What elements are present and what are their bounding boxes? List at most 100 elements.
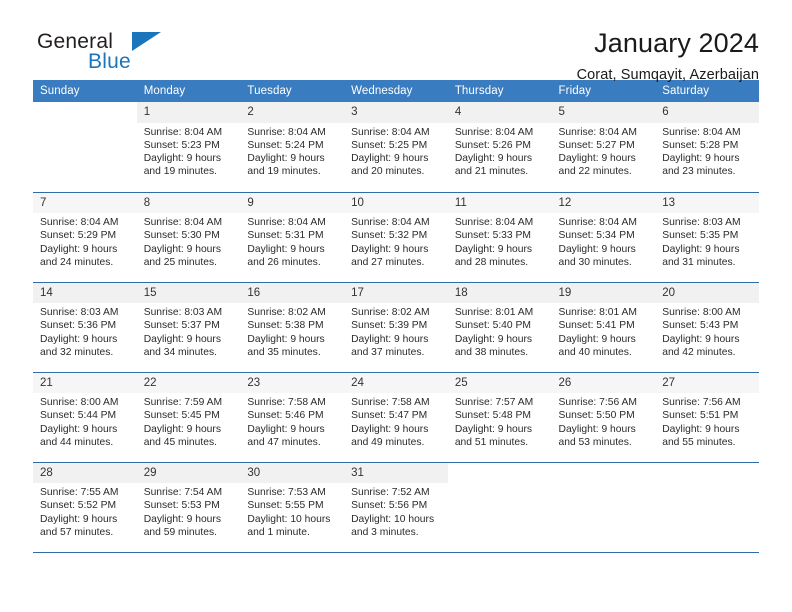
location-subtitle: Corat, Sumqayit, Azerbaijan <box>576 67 759 84</box>
sunset-text: Sunset: 5:38 PM <box>247 320 324 332</box>
day-number <box>552 463 656 482</box>
sunrise-text: Sunrise: 8:04 AM <box>558 126 637 138</box>
weekday-header-monday: Monday <box>136 80 241 102</box>
daylight-text-line1: Daylight: 9 hours <box>40 513 118 525</box>
sunset-text: Sunset: 5:33 PM <box>454 230 531 242</box>
sunrise-text: Sunrise: 8:04 AM <box>40 217 119 229</box>
calendar-cell-empty <box>33 102 137 193</box>
weekday-header-saturday: Saturday <box>655 80 759 102</box>
calendar-week-row: 1 Sunrise: 8:04 AM Sunset: 5:23 PM Daylight… <box>33 102 759 193</box>
calendar-week-row: 21 Sunrise: 8:00 AM Sunset: 5:44 PM Dayligh… <box>33 372 759 463</box>
sunrise-text: Sunrise: 8:01 AM <box>558 307 637 319</box>
daylight-text-line2: and 30 minutes. <box>558 256 632 268</box>
sunrise-text: Sunrise: 8:02 AM <box>247 307 326 319</box>
day-details: Sunrise: 8:03 AM Sunset: 5:35 PM Daylight:… <box>655 213 759 269</box>
day-details: Sunrise: 7:53 AM Sunset: 5:55 PM Daylight:… <box>240 483 344 539</box>
calendar-day-cell[interactable]: 21 Sunrise: 8:00 AM Sunset: 5:44 PM Dayligh… <box>33 372 137 463</box>
daylight-text-line1: Daylight: 9 hours <box>351 333 429 345</box>
daylight-text-line2: and 3 minutes. <box>351 526 419 538</box>
calendar-day-cell[interactable]: 30 Sunrise: 7:53 AM Sunset: 5:55 PM Dayligh… <box>240 462 345 553</box>
daylight-text-line1: Daylight: 9 hours <box>351 243 429 255</box>
calendar-day-cell[interactable]: 10 Sunrise: 8:04 AM Sunset: 5:32 PM Dayligh… <box>344 192 448 283</box>
calendar-day-cell[interactable]: 20 Sunrise: 8:00 AM Sunset: 5:43 PM Dayligh… <box>655 282 759 373</box>
calendar-day-cell[interactable]: 19 Sunrise: 8:01 AM Sunset: 5:41 PM Dayligh… <box>551 282 656 373</box>
day-number: 11 <box>447 192 552 214</box>
day-cell-inner: 21 Sunrise: 8:00 AM Sunset: 5:44 PM Dayligh… <box>33 372 137 462</box>
day-number <box>655 463 759 482</box>
day-cell-inner: 2 Sunrise: 8:04 AM Sunset: 5:24 PM Daylight… <box>240 102 345 192</box>
calendar-day-cell[interactable]: 3 Sunrise: 8:04 AM Sunset: 5:25 PM Daylight… <box>344 102 448 193</box>
daylight-text-line1: Daylight: 9 hours <box>662 423 740 435</box>
sunset-text: Sunset: 5:43 PM <box>662 320 739 332</box>
calendar-day-cell[interactable]: 15 Sunrise: 8:03 AM Sunset: 5:37 PM Dayligh… <box>136 282 241 373</box>
calendar-day-cell[interactable]: 16 Sunrise: 8:02 AM Sunset: 5:38 PM Dayligh… <box>240 282 345 373</box>
day-details: Sunrise: 7:59 AM Sunset: 5:45 PM Daylight:… <box>137 393 241 449</box>
daylight-text-line1: Daylight: 9 hours <box>662 243 740 255</box>
sunset-text: Sunset: 5:44 PM <box>40 410 117 422</box>
day-number: 15 <box>136 282 241 304</box>
day-number: 8 <box>136 192 241 214</box>
day-number <box>448 463 552 482</box>
day-number: 24 <box>344 372 448 394</box>
calendar-day-cell[interactable]: 26 Sunrise: 7:56 AM Sunset: 5:50 PM Dayligh… <box>551 372 656 463</box>
calendar-day-cell[interactable]: 14 Sunrise: 8:03 AM Sunset: 5:36 PM Dayligh… <box>33 282 137 373</box>
day-number: 13 <box>655 192 759 214</box>
daylight-text-line1: Daylight: 9 hours <box>558 243 636 255</box>
calendar-day-cell[interactable]: 31 Sunrise: 7:52 AM Sunset: 5:56 PM Dayligh… <box>344 462 448 553</box>
calendar-day-cell[interactable]: 2 Sunrise: 8:04 AM Sunset: 5:24 PM Daylight… <box>240 102 345 193</box>
calendar-day-cell[interactable]: 18 Sunrise: 8:01 AM Sunset: 5:40 PM Dayligh… <box>447 282 552 373</box>
weekday-header-wednesday: Wednesday <box>344 80 448 102</box>
daylight-text-line1: Daylight: 9 hours <box>558 333 636 345</box>
calendar-day-cell[interactable]: 22 Sunrise: 7:59 AM Sunset: 5:45 PM Dayligh… <box>136 372 241 463</box>
day-cell-inner: 30 Sunrise: 7:53 AM Sunset: 5:55 PM Dayligh… <box>240 462 345 552</box>
day-number: 29 <box>136 462 241 484</box>
calendar-day-cell[interactable]: 11 Sunrise: 8:04 AM Sunset: 5:33 PM Dayligh… <box>447 192 552 283</box>
calendar-day-cell[interactable]: 25 Sunrise: 7:57 AM Sunset: 5:48 PM Dayligh… <box>447 372 552 463</box>
calendar-day-cell[interactable]: 23 Sunrise: 7:58 AM Sunset: 5:46 PM Dayligh… <box>240 372 345 463</box>
calendar-body: 1 Sunrise: 8:04 AM Sunset: 5:23 PM Daylight… <box>33 102 759 553</box>
day-number: 7 <box>33 192 137 214</box>
daylight-text-line2: and 38 minutes. <box>454 346 529 358</box>
daylight-text-line2: and 53 minutes. <box>558 436 632 448</box>
sunrise-text: Sunrise: 8:04 AM <box>662 126 741 138</box>
daylight-text-line1: Daylight: 9 hours <box>247 333 325 345</box>
sunset-text: Sunset: 5:40 PM <box>454 320 531 332</box>
sunset-text: Sunset: 5:55 PM <box>247 500 324 512</box>
sunset-text: Sunset: 5:37 PM <box>143 320 220 332</box>
daylight-text-line1: Daylight: 10 hours <box>247 513 331 525</box>
day-details: Sunrise: 8:04 AM Sunset: 5:33 PM Daylight:… <box>448 213 552 269</box>
calendar-day-cell[interactable]: 24 Sunrise: 7:58 AM Sunset: 5:47 PM Dayligh… <box>344 372 448 463</box>
day-cell-inner: 4 Sunrise: 8:04 AM Sunset: 5:26 PM Daylight… <box>447 102 552 192</box>
day-cell-inner: 19 Sunrise: 8:01 AM Sunset: 5:41 PM Dayligh… <box>551 282 656 372</box>
calendar-week-row: 14 Sunrise: 8:03 AM Sunset: 5:36 PM Dayligh… <box>33 282 759 373</box>
calendar-day-cell[interactable]: 4 Sunrise: 8:04 AM Sunset: 5:26 PM Daylight… <box>447 102 552 193</box>
brand-logo[interactable]: General Blue <box>33 26 183 78</box>
calendar-day-cell[interactable]: 27 Sunrise: 7:56 AM Sunset: 5:51 PM Dayligh… <box>655 372 759 463</box>
calendar-day-cell[interactable]: 8 Sunrise: 8:04 AM Sunset: 5:30 PM Daylight… <box>136 192 241 283</box>
calendar-cell-empty <box>655 462 759 553</box>
day-details: Sunrise: 8:03 AM Sunset: 5:36 PM Daylight:… <box>33 303 137 359</box>
day-details: Sunrise: 8:04 AM Sunset: 5:26 PM Daylight:… <box>448 123 552 179</box>
calendar-day-cell[interactable]: 9 Sunrise: 8:04 AM Sunset: 5:31 PM Daylight… <box>240 192 345 283</box>
calendar-day-cell[interactable]: 13 Sunrise: 8:03 AM Sunset: 5:35 PM Dayligh… <box>655 192 759 283</box>
calendar-day-cell[interactable]: 29 Sunrise: 7:54 AM Sunset: 5:53 PM Dayligh… <box>136 462 241 553</box>
sunrise-text: Sunrise: 7:53 AM <box>247 487 326 499</box>
daylight-text-line2: and 59 minutes. <box>143 526 217 538</box>
day-cell-inner: 8 Sunrise: 8:04 AM Sunset: 5:30 PM Daylight… <box>136 192 241 282</box>
sunset-text: Sunset: 5:28 PM <box>662 139 739 151</box>
calendar-day-cell[interactable]: 12 Sunrise: 8:04 AM Sunset: 5:34 PM Dayligh… <box>551 192 656 283</box>
sunset-text: Sunset: 5:23 PM <box>143 139 220 151</box>
daylight-text-line2: and 57 minutes. <box>40 526 114 538</box>
calendar-day-cell[interactable]: 28 Sunrise: 7:55 AM Sunset: 5:52 PM Dayligh… <box>33 462 137 553</box>
day-number: 6 <box>655 102 759 123</box>
calendar-day-cell[interactable]: 5 Sunrise: 8:04 AM Sunset: 5:27 PM Daylight… <box>551 102 656 193</box>
daylight-text-line1: Daylight: 9 hours <box>40 423 118 435</box>
day-details: Sunrise: 7:55 AM Sunset: 5:52 PM Daylight:… <box>33 483 137 539</box>
daylight-text-line2: and 20 minutes. <box>351 166 425 178</box>
calendar-day-cell[interactable]: 17 Sunrise: 8:02 AM Sunset: 5:39 PM Dayligh… <box>344 282 448 373</box>
page-header: General Blue January 2024 Corat, Sumqayi… <box>33 0 759 83</box>
calendar-day-cell[interactable]: 1 Sunrise: 8:04 AM Sunset: 5:23 PM Daylight… <box>136 102 241 193</box>
day-number: 1 <box>136 102 241 123</box>
calendar-day-cell[interactable]: 7 Sunrise: 8:04 AM Sunset: 5:29 PM Daylight… <box>33 192 137 283</box>
calendar-day-cell[interactable]: 6 Sunrise: 8:04 AM Sunset: 5:28 PM Daylight… <box>655 102 759 193</box>
